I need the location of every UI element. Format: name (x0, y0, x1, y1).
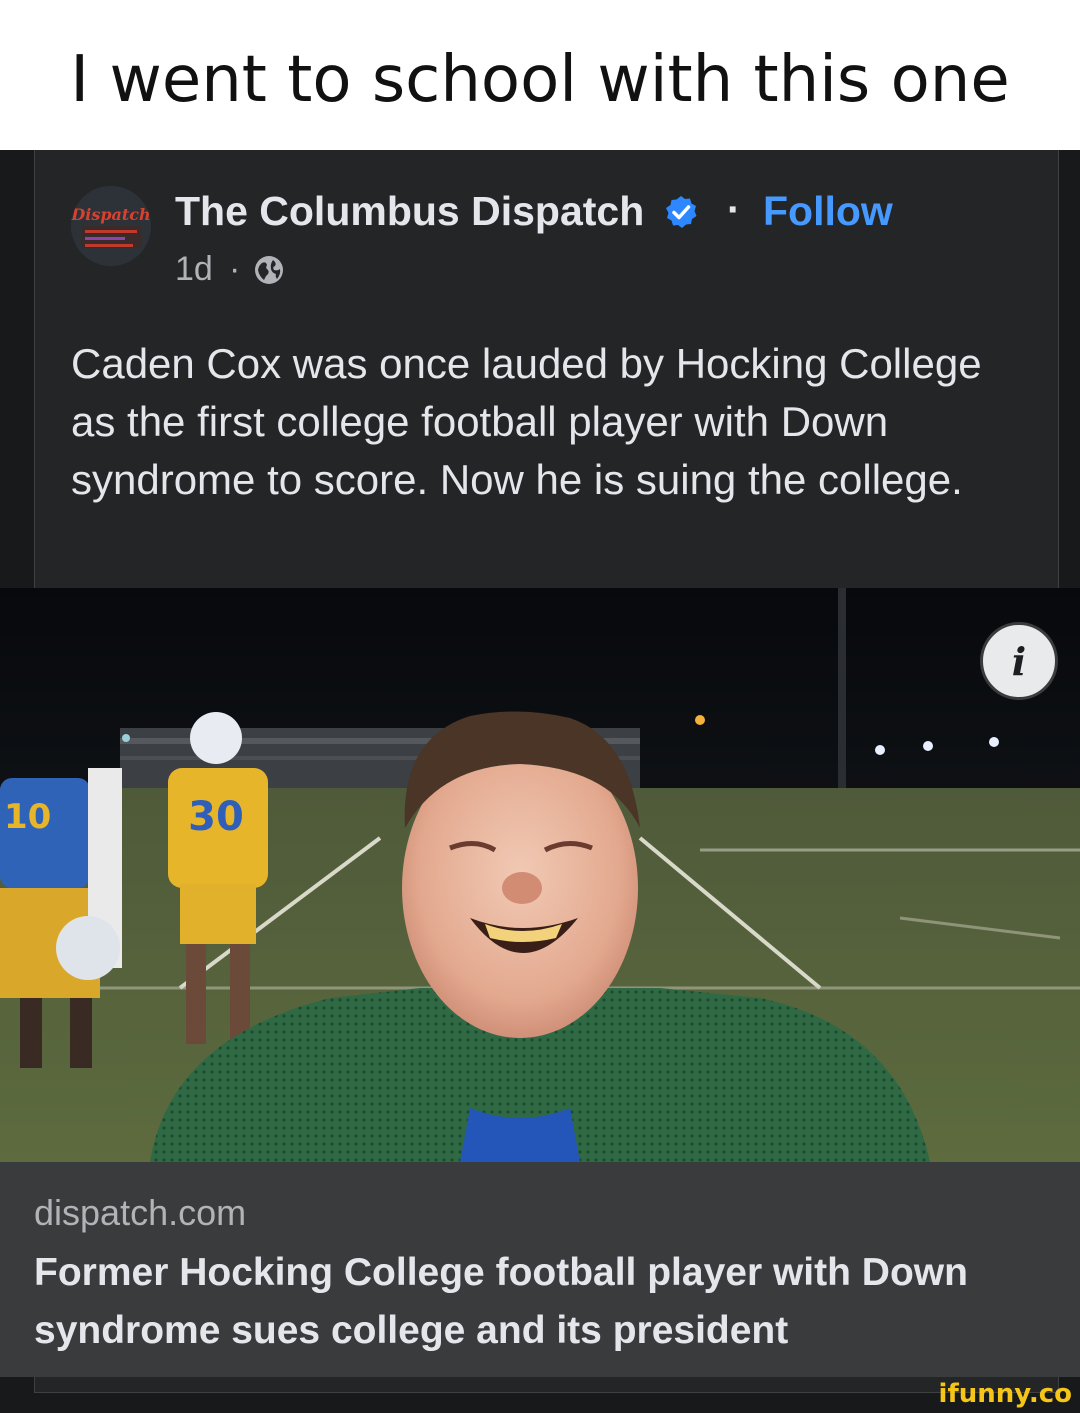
post-photo[interactable]: 30 10 (0, 588, 1080, 1162)
page-name-link[interactable]: The Columbus Dispatch (175, 188, 644, 235)
link-title[interactable]: Former Hocking College football player w… (34, 1244, 1034, 1360)
link-domain: dispatch.com (34, 1192, 247, 1233)
meta-separator: · (229, 250, 241, 288)
meme-caption: I went to school with this one (0, 0, 1080, 150)
page-avatar[interactable]: Dispatch (71, 186, 151, 266)
post-header-card: Dispatch The Columbus Dispatch · Follow … (34, 150, 1059, 588)
verified-badge-icon (666, 196, 697, 228)
follow-button[interactable]: Follow (763, 188, 893, 235)
facebook-post: Dispatch The Columbus Dispatch · Follow … (0, 150, 1080, 1413)
svg-text:30: 30 (188, 794, 244, 840)
post-card-bottom (34, 1377, 1059, 1393)
info-button[interactable]: i (980, 622, 1058, 700)
post-text: Caden Cox was once lauded by Hocking Col… (71, 340, 982, 503)
watermark-logo: ifunny.co (938, 1379, 1072, 1409)
post-timestamp[interactable]: 1d (175, 250, 213, 289)
svg-text:10: 10 (4, 797, 51, 837)
svg-text:Dispatch: Dispatch (71, 205, 151, 224)
globe-icon (255, 256, 283, 284)
link-preview-card[interactable]: dispatch.com Former Hocking College foot… (0, 1162, 1080, 1377)
header-separator: · (727, 186, 741, 232)
info-icon: i (1011, 638, 1027, 684)
